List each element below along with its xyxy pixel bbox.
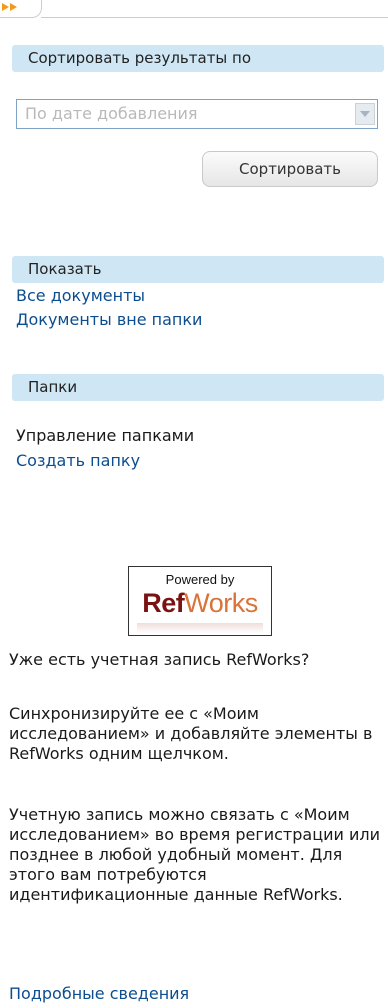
documents-outside-folder-link[interactable]: Документы вне папки — [16, 310, 202, 329]
sort-section-header: Сортировать результаты по — [12, 45, 384, 72]
refworks-logo-powered: Powered by — [165, 572, 235, 587]
sort-section-title: Сортировать результаты по — [28, 49, 252, 67]
refworks-logo-wordmark: RefWorks — [142, 588, 258, 618]
folders-section-title: Папки — [28, 378, 78, 396]
more-info-link[interactable]: Подробные сведения — [9, 984, 384, 1004]
chevron-down-icon[interactable] — [355, 103, 375, 125]
show-section-header: Показать — [12, 256, 384, 283]
refworks-logo-reflection — [137, 623, 263, 633]
sort-button[interactable]: Сортировать — [202, 151, 378, 187]
folders-section-header: Папки — [12, 374, 384, 401]
all-documents-link[interactable]: Все документы — [16, 286, 145, 305]
show-section-title: Показать — [28, 260, 102, 278]
manage-folders-label: Управление папками — [16, 426, 195, 445]
sort-by-select[interactable]: По дате добавления — [16, 99, 378, 129]
create-folder-link[interactable]: Создать папку — [16, 451, 140, 470]
collapse-panel-tab[interactable] — [0, 0, 42, 18]
sort-select-value: По дате добавления — [25, 104, 198, 123]
double-arrow-right-icon — [2, 3, 17, 11]
refworks-question-text: Уже есть учетная запись RefWorks? — [9, 650, 310, 669]
refworks-sync-text: Синхронизируйте ее с «Моим исследованием… — [9, 704, 373, 763]
panel-top-divider — [41, 17, 388, 18]
refworks-logo[interactable]: Powered by RefWorks — [128, 566, 272, 636]
refworks-link-account-text: Учетную запись можно связать с «Моим исс… — [9, 805, 380, 904]
